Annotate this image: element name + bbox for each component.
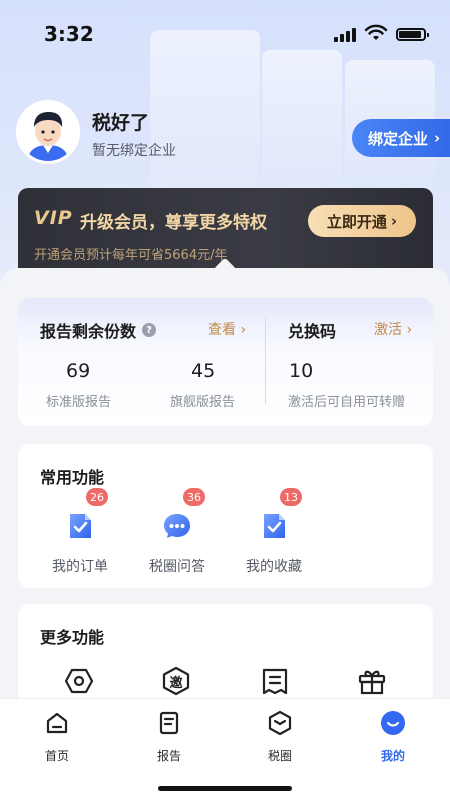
my-favorites-item[interactable]: 13 我的收藏 — [234, 488, 314, 576]
exchange-code-count[interactable]: 10 — [289, 360, 313, 382]
circle-icon — [268, 710, 292, 736]
vip-subtitle: 开通会员预计每年可省5664元/年 — [34, 248, 228, 263]
more-functions-title: 更多功能 — [40, 628, 105, 647]
background-shape — [262, 50, 342, 190]
profile-icon — [381, 711, 405, 735]
flagship-report-count[interactable]: 45 — [191, 360, 215, 382]
report-icon — [159, 711, 179, 735]
favorite-icon: 13 — [258, 488, 302, 542]
help-icon[interactable]: ? — [142, 323, 157, 337]
bind-company-label: 绑定企业 — [368, 129, 429, 148]
tab-profile[interactable]: 我的 — [358, 709, 428, 764]
common-functions-title: 常用功能 — [40, 468, 105, 487]
invite-glyph: 邀 — [169, 676, 183, 691]
open-vip-button[interactable]: 立即开通 › — [308, 205, 416, 237]
username: 税好了 — [92, 112, 150, 134]
home-indicator — [158, 786, 292, 791]
flagship-report-label: 旗舰版报告 — [170, 395, 236, 410]
bind-company-button[interactable]: 绑定企业 › — [352, 119, 450, 157]
qa-count-badge: 36 — [183, 488, 205, 506]
report-quota-title: 报告剩余份数 ? — [40, 318, 157, 342]
tab-home[interactable]: 首页 — [22, 709, 92, 764]
company-status: 暂无绑定企业 — [92, 143, 176, 159]
divider — [265, 318, 266, 404]
standard-report-label: 标准版报告 — [46, 395, 112, 410]
hexagon-icon[interactable] — [64, 666, 94, 696]
chevron-right-icon: › — [390, 212, 398, 230]
battery-icon — [396, 28, 429, 41]
tab-report[interactable]: 报告 — [134, 709, 204, 764]
report-quota-card: 报告剩余份数 ? 查看 › 69 标准版报告 45 旗舰版报告 兑换码 激活 ›… — [18, 298, 433, 426]
open-vip-label: 立即开通 — [326, 212, 387, 231]
tax-qa-item[interactable]: 36 税圈问答 — [137, 488, 217, 576]
receipt-icon[interactable] — [260, 666, 290, 696]
my-favorites-label: 我的收藏 — [246, 559, 302, 575]
vip-title: 升级会员，尊享更多特权 — [80, 213, 267, 233]
chevron-right-icon: › — [240, 322, 247, 338]
order-count-badge: 26 — [86, 488, 108, 506]
signal-icon — [334, 28, 356, 42]
common-functions-card: 常用功能 26 我的订单 36 税圈问答 13 我的收藏 — [18, 444, 433, 588]
tab-bar: 首页 报告 税圈 我的 — [0, 698, 450, 800]
report-quota-title-text: 报告剩余份数 — [40, 322, 137, 341]
view-reports-link[interactable]: 查看 › — [208, 319, 246, 339]
status-bar: 3:32 — [0, 0, 450, 64]
my-orders-label: 我的订单 — [52, 559, 108, 575]
home-icon — [46, 712, 68, 734]
chevron-right-icon: › — [434, 129, 441, 147]
vip-logo: VIP — [34, 207, 73, 229]
tab-tax-circle-label: 税圈 — [267, 749, 292, 763]
tax-qa-label: 税圈问答 — [149, 559, 205, 575]
tab-tax-circle[interactable]: 税圈 — [245, 709, 315, 764]
standard-report-count[interactable]: 69 — [66, 360, 90, 382]
chevron-right-icon: › — [406, 322, 413, 338]
tab-home-label: 首页 — [44, 749, 69, 763]
view-reports-label: 查看 — [208, 322, 236, 338]
my-orders-item[interactable]: 26 我的订单 — [40, 488, 120, 576]
activate-label: 激活 — [374, 322, 402, 338]
chat-icon: 36 — [161, 488, 205, 542]
gift-icon[interactable] — [357, 666, 387, 696]
exchange-code-label: 激活后可自用可转赠 — [288, 395, 406, 410]
tab-profile-label: 我的 — [380, 749, 405, 763]
wifi-icon — [364, 24, 388, 40]
tab-report-label: 报告 — [156, 749, 181, 763]
activate-link[interactable]: 激活 › — [374, 319, 412, 339]
status-time: 3:32 — [44, 22, 94, 46]
favorite-count-badge: 13 — [280, 488, 302, 506]
avatar[interactable] — [16, 100, 80, 164]
invite-icon[interactable]: 邀 — [161, 666, 191, 696]
exchange-code-title: 兑换码 — [288, 322, 337, 341]
avatar-illustration — [19, 103, 77, 161]
order-icon: 26 — [64, 488, 108, 542]
